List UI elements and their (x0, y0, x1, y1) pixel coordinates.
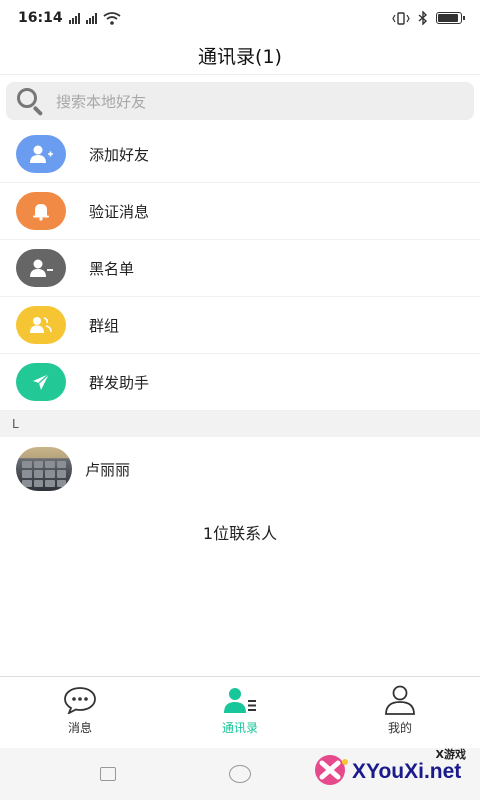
battery-icon (436, 12, 465, 24)
chat-bubble-icon (60, 685, 100, 715)
status-bar: 16:14 (0, 0, 480, 36)
watermark: X游戏 XYouXi.net (308, 742, 480, 800)
gamepad-logo-icon (315, 755, 348, 785)
menu-item-add-friend[interactable]: 添加好友 (0, 126, 480, 183)
send-icon (16, 363, 66, 401)
contact-row[interactable]: 卢丽丽 (0, 440, 480, 498)
recent-apps-button[interactable] (100, 767, 116, 781)
menu-label: 黑名单 (89, 259, 135, 278)
page-title: 通讯录(1) (0, 36, 480, 75)
tab-contacts[interactable]: 通讯录 (160, 677, 320, 749)
menu-item-groups[interactable]: 群组 (0, 297, 480, 354)
wifi-icon (103, 11, 121, 25)
bell-icon (16, 192, 66, 230)
contact-count: 1位联系人 (202, 524, 278, 543)
tab-messages[interactable]: 消息 (0, 677, 160, 749)
menu-label: 群组 (89, 316, 120, 335)
menu-label: 验证消息 (89, 202, 150, 221)
signal-icon (68, 12, 80, 24)
profile-icon (380, 685, 420, 715)
add-user-icon (16, 135, 66, 173)
menu-item-broadcast[interactable]: 群发助手 (0, 354, 480, 411)
group-icon (16, 306, 66, 344)
status-time: 16:14 (18, 10, 63, 26)
tab-me[interactable]: 我的 (320, 677, 480, 749)
tab-label: 通讯录 (221, 721, 258, 735)
search-placeholder: 搜索本地好友 (56, 92, 147, 111)
watermark-brand: XYouXi.net (352, 760, 462, 783)
menu-label: 添加好友 (89, 145, 150, 164)
remove-user-icon (16, 249, 66, 287)
menu-item-verify-messages[interactable]: 验证消息 (0, 183, 480, 240)
signal-icon-2 (85, 12, 97, 24)
menu-label: 群发助手 (89, 373, 150, 392)
home-button[interactable] (229, 765, 251, 783)
avatar (16, 447, 72, 491)
bluetooth-icon (418, 11, 428, 25)
section-header: L (0, 411, 480, 437)
tab-label: 我的 (387, 721, 412, 735)
search-input[interactable]: 搜索本地好友 (6, 82, 474, 120)
search-icon (14, 86, 48, 117)
bottom-tab-bar: 消息 通讯录 我的 (0, 676, 480, 749)
contacts-icon (220, 685, 260, 715)
vibrate-icon (392, 11, 410, 25)
contact-name: 卢丽丽 (85, 460, 131, 479)
tab-label: 消息 (67, 721, 92, 735)
contacts-menu: 添加好友 验证消息 黑名单 群组 群发助手 (0, 126, 480, 411)
menu-item-blacklist[interactable]: 黑名单 (0, 240, 480, 297)
